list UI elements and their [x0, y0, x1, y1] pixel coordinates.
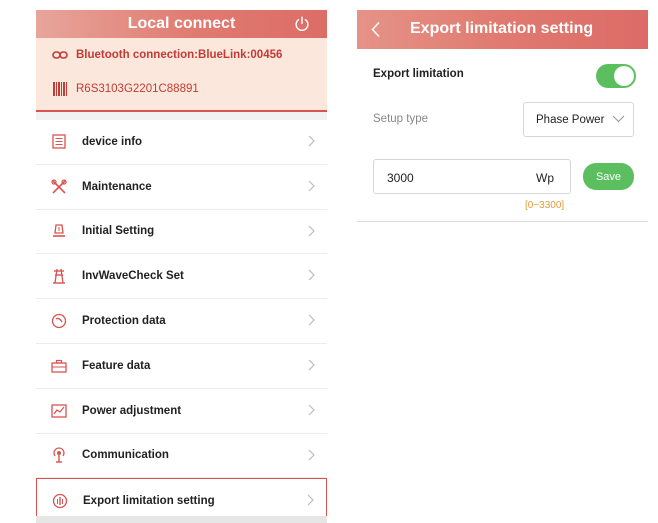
menu-item-communication[interactable]: Communication: [36, 433, 327, 479]
export-limitation-toggle[interactable]: [596, 64, 636, 88]
menu-item-device-info[interactable]: device info: [36, 120, 327, 165]
link-icon: [52, 50, 68, 60]
setup-type-label: Setup type: [373, 113, 428, 125]
tools-icon: [36, 179, 82, 195]
chevron-right-icon: [307, 494, 314, 506]
chevron-right-icon: [308, 180, 315, 192]
menu-item-feature-data[interactable]: Feature data: [36, 343, 327, 389]
menu-item-label: device info: [82, 135, 143, 148]
page-title: Export limitation setting: [410, 20, 594, 37]
export-limitation-header: Export limitation setting: [357, 10, 648, 49]
back-icon[interactable]: [371, 21, 381, 38]
settings-menu: device info Maintenance Initial Setting …: [36, 120, 327, 523]
tower-icon: [36, 268, 82, 284]
menu-item-label: Communication: [82, 449, 169, 462]
initial-setting-icon: [36, 223, 82, 239]
antenna-icon: [36, 447, 82, 464]
menu-item-maintenance[interactable]: Maintenance: [36, 164, 327, 210]
chevron-down-icon: [612, 115, 625, 123]
save-button[interactable]: Save: [583, 163, 634, 190]
menu-item-label: Feature data: [82, 359, 151, 372]
local-connect-header: Local connect: [36, 10, 327, 38]
export-limit-icon: [37, 493, 83, 509]
setup-type-select[interactable]: Phase Power: [523, 102, 634, 137]
chevron-right-icon: [308, 225, 315, 237]
protection-icon: [36, 313, 82, 329]
menu-item-label: Power adjustment: [82, 404, 182, 417]
document-list-icon: [36, 134, 82, 150]
menu-item-label: Initial Setting: [82, 225, 155, 238]
page-title: Local connect: [127, 15, 236, 32]
connection-info: Bluetooth connection:BlueLink:00456 R6S3…: [36, 38, 327, 112]
setup-type-value: Phase Power: [536, 113, 605, 126]
menu-item-label: InvWaveCheck Set: [82, 270, 184, 283]
export-limit-value: 3000: [387, 171, 414, 185]
export-limit-value-input[interactable]: 3000 Wp: [373, 159, 571, 194]
menu-item-label: Export limitation setting: [83, 494, 215, 507]
menu-item-initial-setting[interactable]: Initial Setting: [36, 209, 327, 255]
chevron-right-icon: [308, 135, 315, 147]
bluetooth-row: Bluetooth connection:BlueLink:00456: [52, 49, 282, 61]
toggle-knob: [614, 66, 634, 86]
menu-item-label: Protection data: [82, 315, 166, 328]
chevron-right-icon: [308, 449, 315, 461]
chevron-right-icon: [308, 314, 315, 326]
power-icon[interactable]: [293, 15, 311, 33]
unit-label: Wp: [536, 171, 554, 185]
barcode-icon: [52, 81, 68, 97]
menu-item-label: Maintenance: [82, 180, 152, 193]
export-limitation-panel: Export limitation setting Export limitat…: [357, 10, 648, 222]
export-limitation-label: Export limitation: [373, 68, 464, 80]
menu-item-invwavecheck-set[interactable]: InvWaveCheck Set: [36, 254, 327, 300]
range-hint: [0~3300]: [525, 200, 565, 211]
chevron-right-icon: [308, 359, 315, 371]
briefcase-icon: [36, 359, 82, 373]
menu-item-protection-data[interactable]: Protection data: [36, 299, 327, 344]
serial-number: R6S3103G2201C88891: [76, 83, 199, 95]
chevron-right-icon: [308, 269, 315, 281]
divider: [36, 112, 327, 120]
serial-row: R6S3103G2201C88891: [52, 81, 199, 97]
menu-item-power-adjustment[interactable]: Power adjustment: [36, 388, 327, 434]
bluetooth-text: Bluetooth connection:BlueLink:00456: [76, 49, 283, 61]
chevron-right-icon: [308, 404, 315, 416]
chart-icon: [36, 404, 82, 418]
local-connect-panel: Local connect Bluetooth connection:BlueL…: [36, 10, 327, 523]
bottom-bar: [36, 516, 327, 523]
